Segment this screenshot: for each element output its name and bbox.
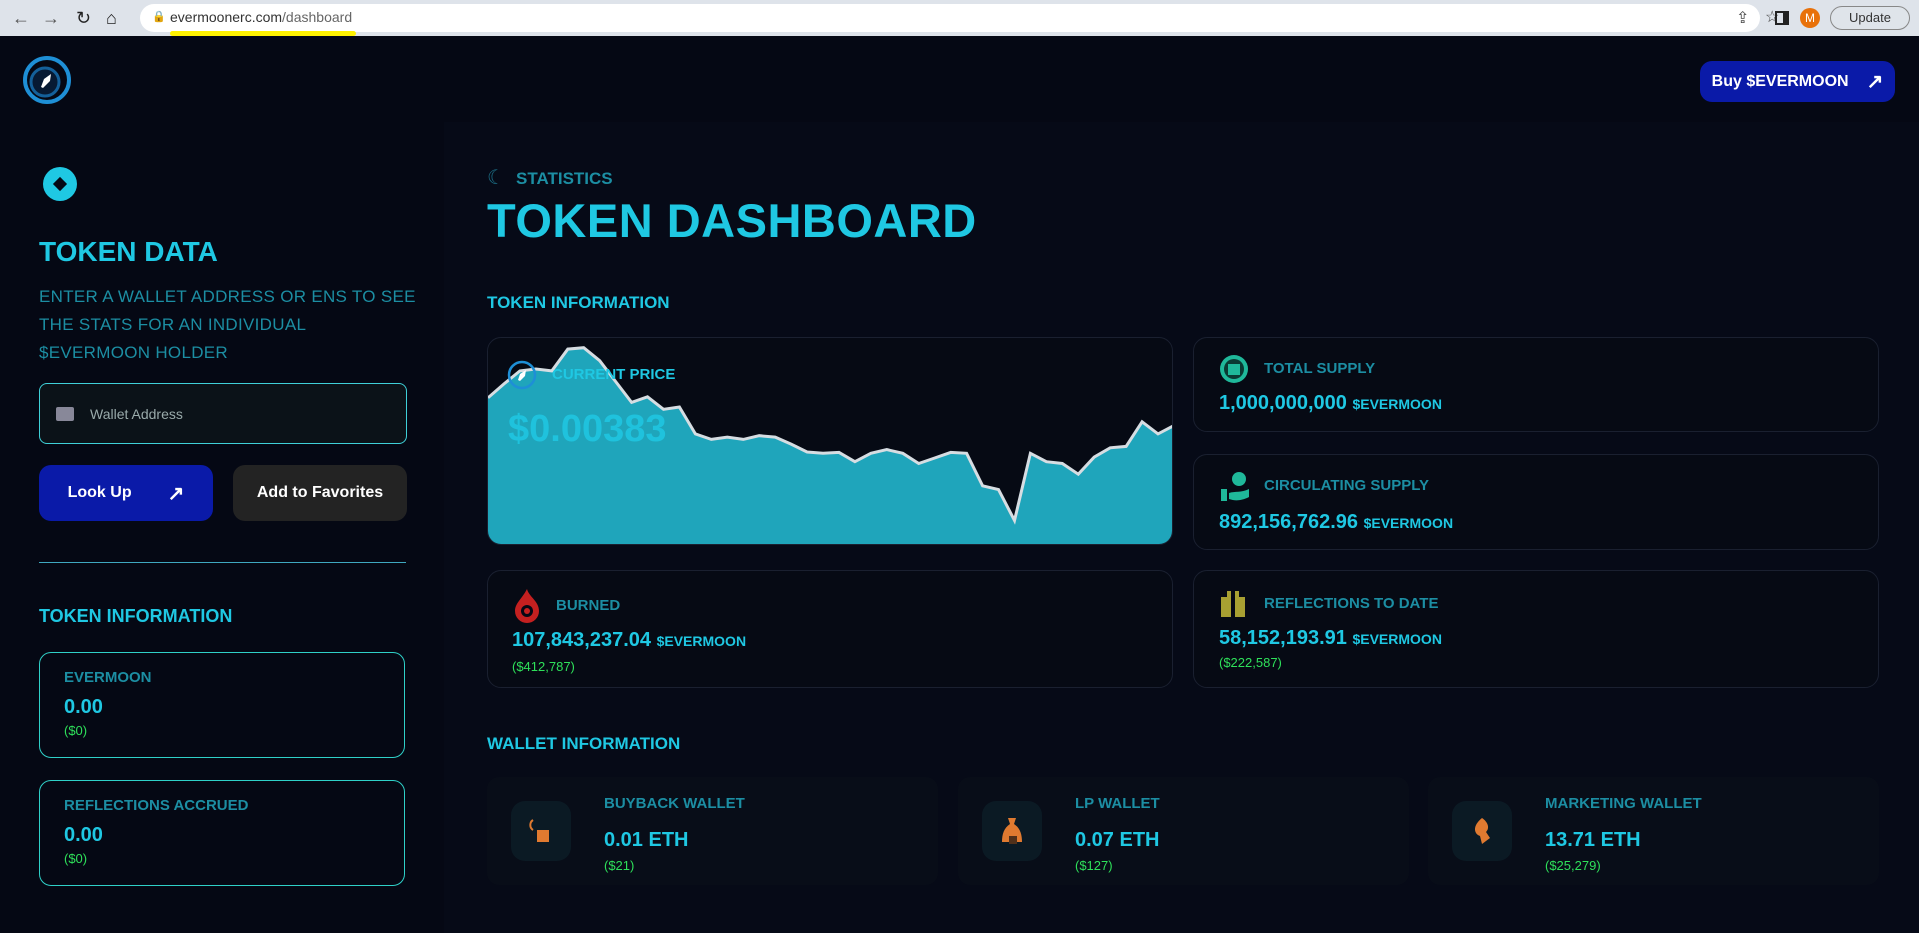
buy-label: Buy $EVERMOON [1711, 72, 1849, 90]
token-data-description: ENTER A WALLET ADDRESS OR ENS TO SEE THE… [39, 287, 416, 362]
unit: $EVERMOON [1352, 631, 1442, 647]
card-label: EVERMOON [64, 669, 152, 686]
hand-coin-icon [1221, 472, 1249, 501]
profile-avatar[interactable]: M [1800, 8, 1820, 28]
marketing-wallet-card: MARKETING WALLET 13.71 ETH ($25,279) [1428, 777, 1879, 885]
evermoon-balance-card: EVERMOON 0.00 ($0) [39, 652, 405, 758]
sidebar-token-info-title: TOKEN INFORMATION [39, 606, 233, 626]
burned-value: 107,843,237.04 [512, 629, 652, 651]
url-path: /dashboard [282, 9, 353, 25]
back-icon[interactable]: ← [12, 8, 30, 29]
wallet-address-input[interactable]: Wallet Address [39, 383, 407, 444]
wallet-usd: ($21) [604, 858, 635, 873]
token-info-title: TOKEN INFORMATION [487, 293, 670, 312]
lock-icon: 🔒 [152, 11, 166, 23]
reflections-to-date-card: REFLECTIONS TO DATE 58,152,193.91 $EVERM… [1193, 570, 1879, 688]
card-value: 0.00 [64, 824, 103, 846]
wallet-label: LP WALLET [1075, 795, 1160, 812]
wallet-placeholder: Wallet Address [90, 405, 183, 422]
divider [39, 562, 406, 563]
url-text[interactable]: evermoonerc.com/dashboard [170, 9, 352, 25]
arrow-up-right-icon: ↗ [167, 482, 185, 505]
wallet-value: 0.01 ETH [604, 829, 689, 851]
arrow-up-right-icon: ↗ [1866, 71, 1884, 93]
burned-card: BURNED 107,843,237.04 $EVERMOON ($412,78… [487, 570, 1173, 688]
wallet-info-title: WALLET INFORMATION [487, 734, 681, 753]
card-value: 0.00 [64, 696, 103, 718]
home-icon[interactable]: ⌂ [106, 8, 117, 29]
reflections-to-date-value: 58,152,193.91 [1219, 627, 1347, 649]
wallet-value: 13.71 ETH [1545, 829, 1641, 851]
circulating-supply-value: 892,156,762.96 [1219, 511, 1359, 533]
look-up-label: Look Up [67, 484, 132, 501]
statistics-eyebrow: STATISTICS [516, 169, 613, 188]
current-price-value: $0.00383 [508, 408, 667, 450]
diamond-badge-icon [43, 167, 77, 201]
unit: $EVERMOON [1363, 515, 1454, 531]
share-icon[interactable]: ⇪ [1736, 8, 1749, 28]
lp-wallet-card: LP WALLET 0.07 ETH ($127) [958, 777, 1409, 885]
reflections-accrued-card: REFLECTIONS ACCRUED 0.00 ($0) [39, 780, 405, 886]
buyback-icon [511, 801, 571, 861]
url-domain: evermoonerc.com [170, 9, 283, 25]
fire-icon [515, 589, 539, 623]
gift-icon [1221, 591, 1245, 617]
wallet-usd: ($127) [1075, 858, 1113, 873]
card-usd: ($0) [64, 851, 88, 866]
reflections-usd: ($222,587) [1219, 655, 1282, 670]
current-price-label: CURRENT PRICE [552, 366, 676, 383]
browser-toolbar: ← → ↻ ⌂ 🔒 evermoonerc.com/dashboard ⇪ ☆ … [0, 0, 1919, 36]
favorites-label: Add to Favorites [256, 484, 384, 501]
buyback-wallet-card: BUYBACK WALLET 0.01 ETH ($21) [487, 777, 938, 885]
wallet-value: 0.07 ETH [1075, 829, 1160, 851]
forward-icon[interactable]: → [42, 8, 60, 29]
circulating-supply-card: CIRCULATING SUPPLY 892,156,762.96 $EVERM… [1193, 454, 1879, 550]
money-bag-icon [982, 801, 1042, 861]
burned-label: BURNED [556, 597, 621, 614]
wallet-label: BUYBACK WALLET [604, 795, 745, 812]
look-up-button[interactable]: Look Up ↗ [39, 465, 213, 521]
update-button[interactable]: Update [1830, 6, 1910, 30]
total-supply-label: TOTAL SUPPLY [1264, 360, 1376, 377]
wallet-icon [56, 406, 74, 421]
bank-icon [1220, 355, 1248, 383]
total-supply-value: 1,000,000,000 [1219, 392, 1347, 414]
card-usd: ($0) [64, 723, 88, 738]
page-title: TOKEN DASHBOARD [487, 194, 977, 247]
token-data-title: TOKEN DATA [39, 236, 218, 267]
reflections-to-date-label: REFLECTIONS TO DATE [1264, 595, 1439, 612]
unit: $EVERMOON [1352, 396, 1442, 412]
moon-icon: ☾ [487, 167, 505, 189]
circulating-supply-label: CIRCULATING SUPPLY [1264, 477, 1430, 494]
add-to-favorites-button[interactable]: Add to Favorites [233, 465, 407, 521]
unit: $EVERMOON [656, 633, 747, 649]
current-price-card: CURRENT PRICE $0.00383 [487, 337, 1173, 545]
side-panel-icon[interactable] [1775, 11, 1789, 25]
marketing-icon [1452, 801, 1512, 861]
address-bar[interactable] [140, 4, 1760, 32]
url-highlight [170, 31, 356, 36]
buy-evermoon-button[interactable]: Buy $EVERMOON ↗ [1700, 61, 1895, 102]
card-label: REFLECTIONS ACCRUED [64, 797, 249, 814]
rocket-icon [507, 360, 537, 390]
wallet-label: MARKETING WALLET [1545, 795, 1702, 812]
burned-usd: ($412,787) [512, 659, 575, 674]
wallet-usd: ($25,279) [1545, 858, 1601, 873]
logo-rocket-icon[interactable] [22, 55, 72, 105]
reload-icon[interactable]: ↻ [76, 8, 91, 29]
total-supply-card: TOTAL SUPPLY 1,000,000,000 $EVERMOON [1193, 337, 1879, 432]
